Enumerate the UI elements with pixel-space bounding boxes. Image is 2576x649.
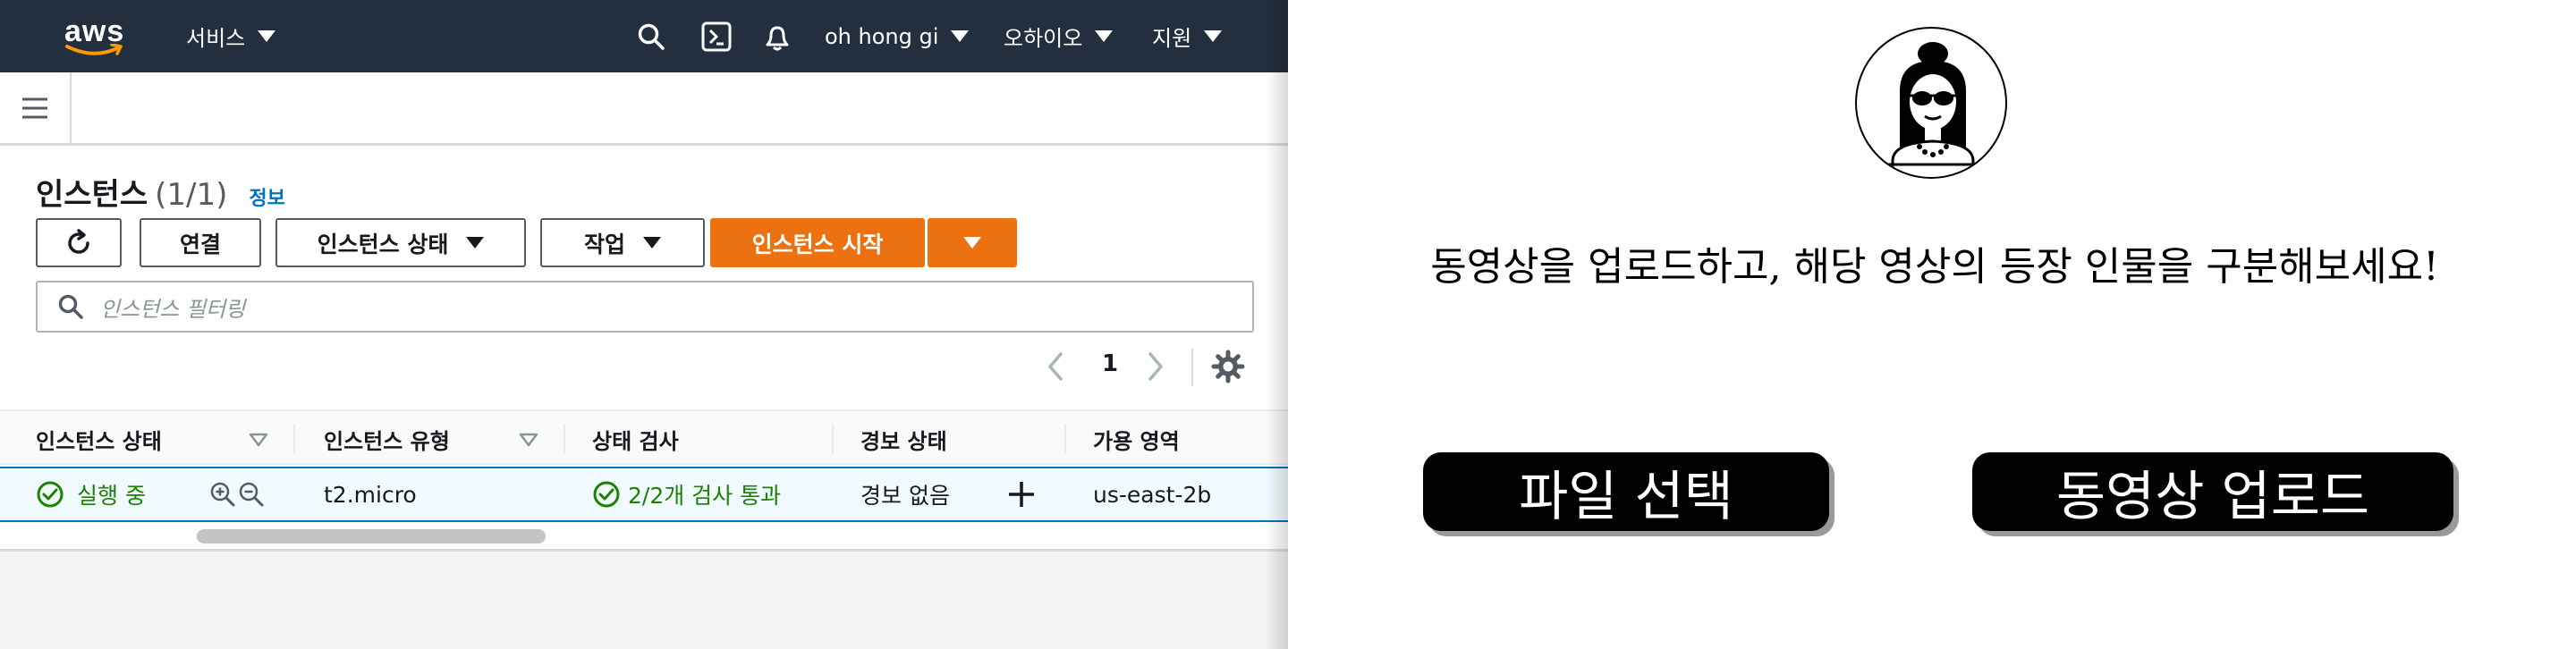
column-header-state[interactable]: 인스턴스 상태 [36,411,162,467]
chevron-down-icon [1095,30,1114,42]
cloudshell-icon [701,21,732,51]
availability-zone-value: us-east-2b [1093,481,1212,508]
support-label: 지원 [1152,26,1192,51]
info-link[interactable]: 정보 [249,182,284,211]
aws-logo[interactable]: aws [64,0,124,72]
column-header-label: 인스턴스 상태 [36,428,162,454]
cloudshell-button[interactable] [701,0,732,72]
region-label: 오하이오 [1004,26,1083,51]
chevron-down-icon [258,30,276,42]
bell-icon [766,26,789,50]
aws-console: aws 서비스 oh hong gi 오하이오 지원 인스턴스 (1/1) 정보… [0,0,1288,649]
launch-instance-button[interactable]: 인스턴스 시작 [710,218,925,267]
instance-type-cell: t2.micro [324,468,417,520]
notifications-button[interactable] [762,0,792,72]
aws-logo-text: aws [64,13,125,48]
instance-state-label: 인스턴스 상태 [317,231,449,257]
upload-instructions: 동영상을 업로드하고, 해당 영상의 등장 인물을 구분해보세요! [1430,244,2439,290]
check-circle-icon [593,481,620,508]
check-circle-icon [37,481,64,508]
alarm-status-value: 경보 없음 [860,483,950,509]
region-menu[interactable]: 오하이오 [1004,0,1114,72]
caret-down-icon [466,237,485,249]
instance-state-cell: 실행 중 [36,468,146,520]
account-name: oh hong gi [825,23,939,49]
sort-icon[interactable] [249,433,268,447]
instance-state-value: 실행 중 [77,483,146,509]
upload-video-button[interactable]: 동영상 업로드 [1972,452,2453,531]
aws-subbar [0,72,1288,146]
launch-instance-label: 인스턴스 시작 [751,231,884,257]
column-header-alarm[interactable]: 경보 상태 [860,411,947,467]
column-header-label: 상태 검사 [592,428,679,454]
column-header-label: 인스턴스 유형 [324,428,450,454]
actions-button[interactable]: 작업 [540,218,705,267]
instance-filter-input[interactable]: 인스턴스 필터링 [36,281,1254,333]
support-menu[interactable]: 지원 [1152,0,1223,72]
chevron-down-icon [1204,30,1223,42]
filter-placeholder: 인스턴스 필터링 [100,296,246,322]
choose-file-button[interactable]: 파일 선택 [1423,452,1829,531]
table-header: 인스턴스 상태 인스턴스 유형 상태 검사 경보 상태 가용 영역 [0,409,1288,465]
search-button[interactable] [637,0,665,72]
horizontal-scrollbar[interactable] [197,529,546,544]
upload-video-label: 동영상 업로드 [2055,465,2370,528]
video-upload-app: 동영상을 업로드하고, 해당 영상의 등장 인물을 구분해보세요! 파일 선택 … [1291,0,2576,649]
column-header-label: 가용 영역 [1093,428,1180,454]
avatar [1855,27,2007,179]
chevron-left-icon[interactable] [1045,350,1066,383]
hamburger-icon [22,97,47,118]
instance-state-button[interactable]: 인스턴스 상태 [275,218,526,267]
connect-label: 연결 [179,231,221,257]
column-header-zone[interactable]: 가용 영역 [1093,411,1180,467]
chevron-right-icon[interactable] [1145,350,1166,383]
page-number[interactable]: 1 [1102,350,1118,377]
instance-count: (1/1) [155,177,228,213]
availability-zone-cell: us-east-2b [1093,468,1211,520]
column-header-status-check[interactable]: 상태 검사 [592,411,679,467]
instance-type-value: t2.micro [324,481,417,508]
caret-down-icon [643,237,661,249]
aws-smile-icon [64,43,123,55]
pager-divider [1191,349,1193,386]
status-check-cell: 2/2개 검사 통과 [592,468,781,520]
add-alarm-plus-icon[interactable] [1007,480,1036,509]
chevron-down-icon [951,30,970,42]
column-header-type[interactable]: 인스턴스 유형 [324,411,450,467]
refresh-icon [68,228,89,254]
column-separator [564,424,565,454]
pane-divider-shadow [1266,0,1288,649]
gear-icon[interactable] [1211,350,1245,384]
services-label: 서비스 [186,26,246,51]
zoom-in-icon[interactable] [209,481,236,508]
choose-file-label: 파일 선택 [1519,465,1733,528]
status-check-value: 2/2개 검사 통과 [628,483,782,509]
page-title: 인스턴스 [36,177,148,213]
column-separator [1064,424,1066,454]
account-menu[interactable]: oh hong gi [825,0,970,72]
table-row[interactable]: 실행 중 t2.micro 2/2개 검사 통과 경보 없음 us-east-2… [0,467,1288,522]
services-menu[interactable]: 서비스 [186,0,276,72]
column-separator [832,424,834,454]
person-sunglasses-icon [1866,42,2000,177]
column-header-label: 경보 상태 [860,428,947,454]
connect-button[interactable]: 연결 [140,218,261,267]
launch-dropdown-button[interactable] [928,218,1017,267]
zoom-out-icon[interactable] [238,481,265,508]
caret-down-icon [963,237,981,249]
refresh-button[interactable] [36,218,122,267]
sort-icon[interactable] [519,433,538,447]
column-separator [293,424,295,454]
search-icon [638,23,665,50]
alarm-status-cell: 경보 없음 [860,468,950,520]
details-split-panel [0,549,1288,649]
actions-label: 작업 [583,231,625,257]
navigation-menu-button[interactable] [0,72,72,143]
instances-header: 인스턴스 (1/1) 정보 [36,170,285,214]
search-icon [58,294,83,319]
aws-topbar: aws 서비스 oh hong gi 오하이오 지원 [0,0,1288,72]
pagination: 1 [1029,340,1279,393]
